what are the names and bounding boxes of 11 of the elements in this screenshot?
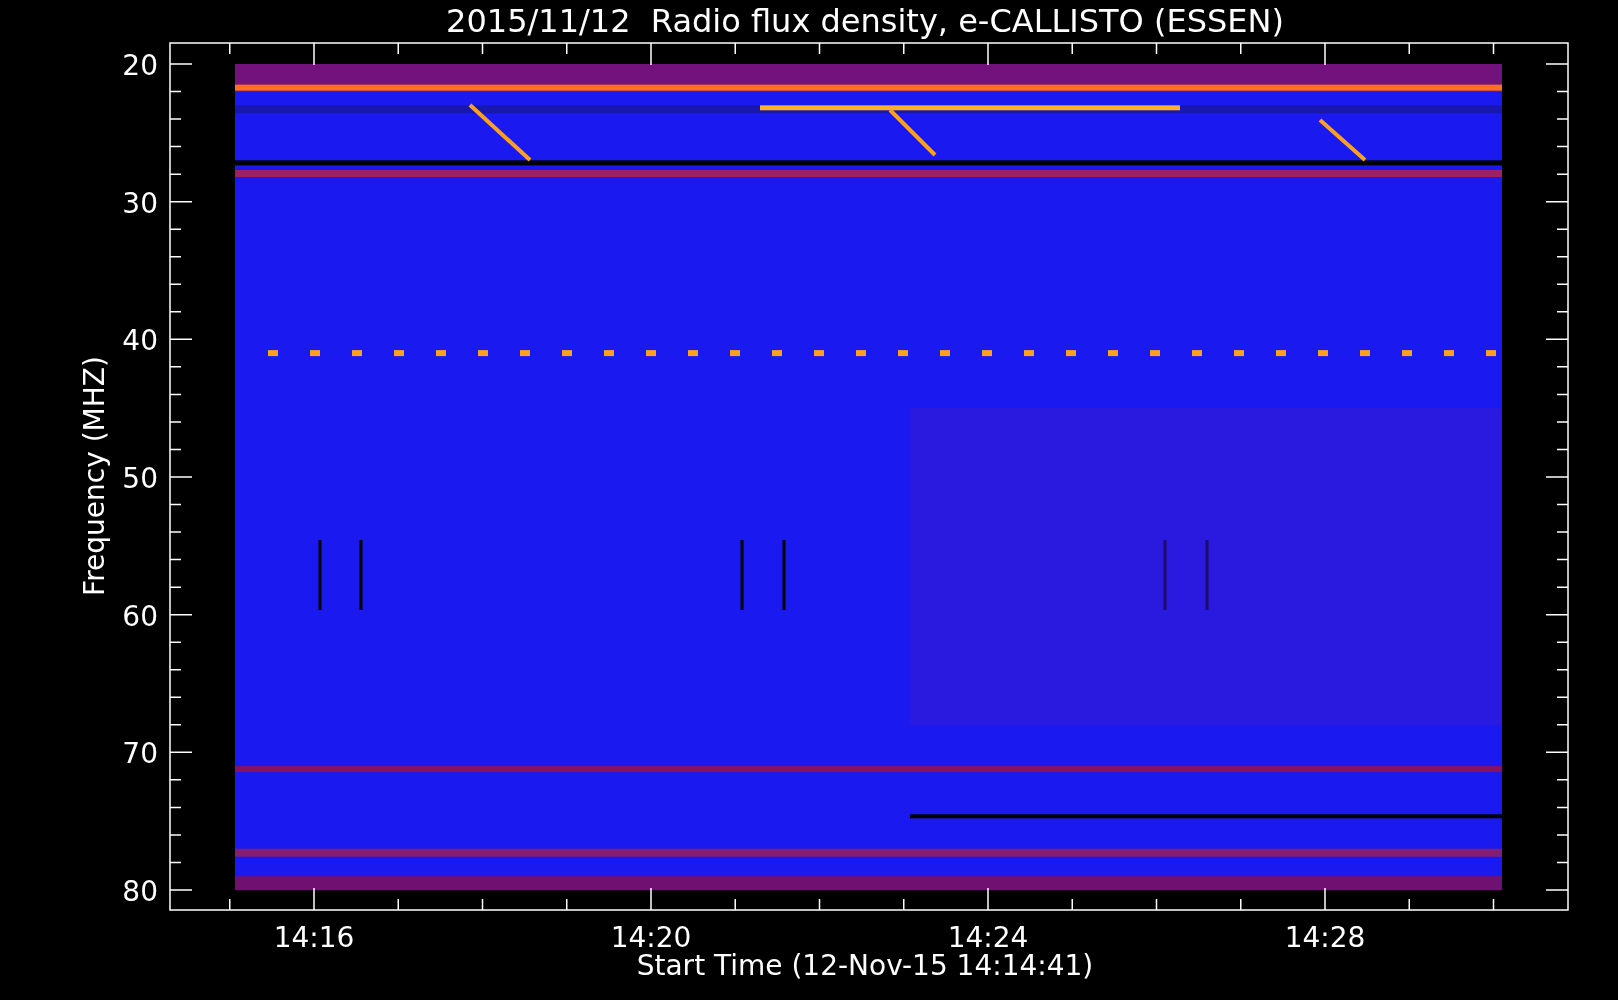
y-tick-label: 40: [122, 324, 158, 358]
y-axis-title: Frequency (MHZ): [78, 356, 111, 596]
y-tick-label: 20: [122, 49, 158, 82]
y-tick-label: 50: [122, 462, 158, 495]
x-tick-label: 14:16: [273, 921, 355, 954]
y-tick-label: 70: [122, 737, 158, 771]
plot-title: 2015/11/12 Radio flux density, e-CALLISTO (ESSEN): [446, 2, 1284, 40]
y-tick-label: 60: [122, 599, 158, 633]
x-tick-label: 14:28: [1284, 921, 1366, 954]
y-tick-label: 30: [122, 186, 158, 220]
y-tick-label: 80: [122, 875, 158, 908]
